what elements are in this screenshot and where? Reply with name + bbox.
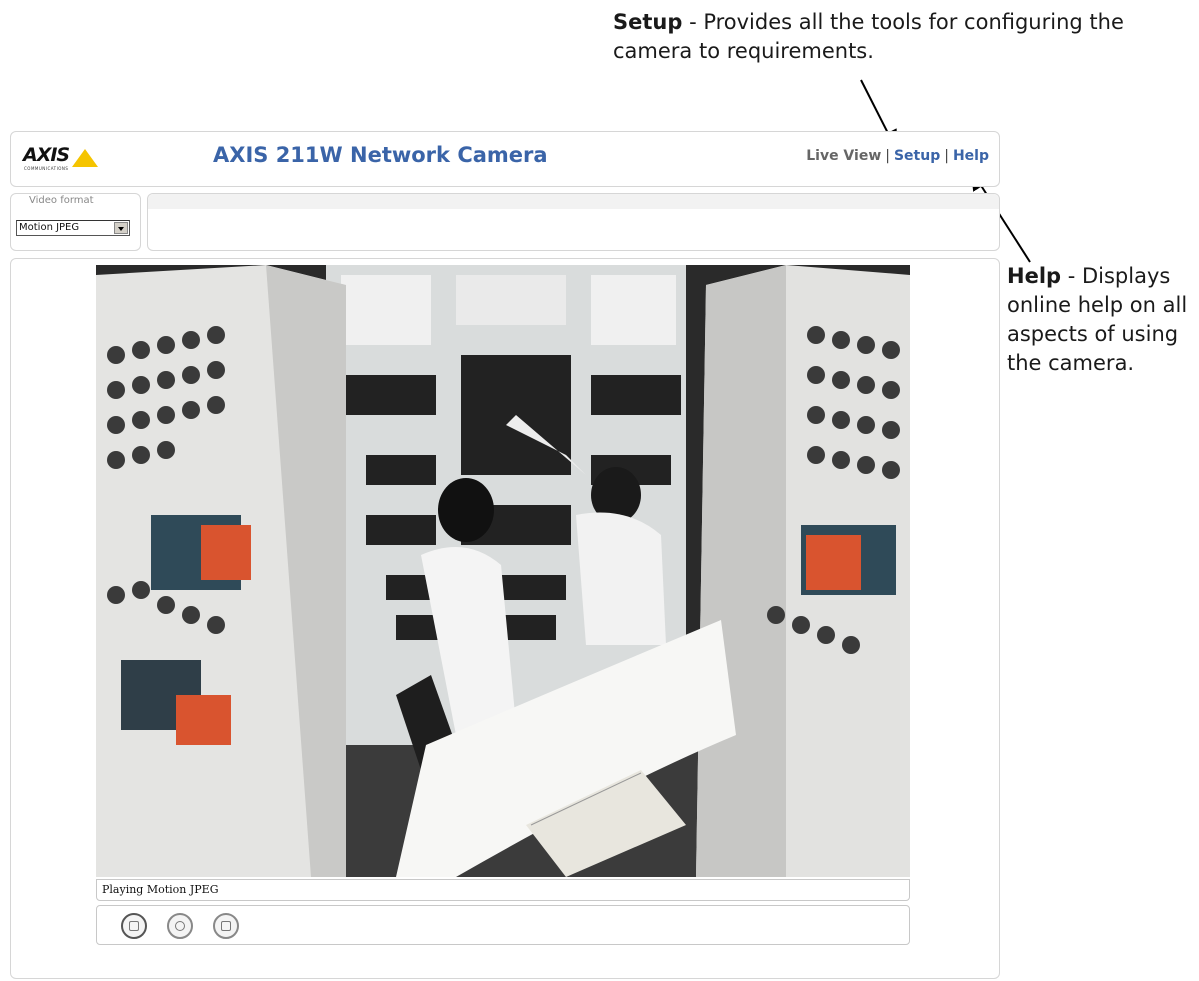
status-text: Playing Motion JPEG [102,883,219,896]
logo-text: AXIS [23,144,70,166]
axis-logo[interactable]: AXIS COMMUNICATIONS [23,144,103,174]
nav-setup[interactable]: Setup [894,148,940,164]
nav-live-view[interactable]: Live View [806,148,881,164]
video-format-select[interactable]: Motion JPEG [16,220,130,236]
status-bar: Playing Motion JPEG [96,879,910,901]
help-callout-term: Help [1007,264,1062,288]
stop-button[interactable] [121,913,147,939]
page-title: AXIS 211W Network Camera [213,143,548,167]
video-format-value: Motion JPEG [19,222,80,233]
fullscreen-button[interactable] [213,913,239,939]
help-callout: Help - Displays online help on all aspec… [1007,262,1197,378]
logo-subtext: COMMUNICATIONS [24,166,69,171]
top-nav: Live View | Setup | Help [806,148,989,164]
setup-callout: Setup - Provides all the tools for confi… [613,8,1173,66]
header-bar: AXIS COMMUNICATIONS AXIS 211W Network Ca… [10,131,1000,187]
video-controls [96,905,910,945]
nav-help[interactable]: Help [953,148,989,164]
video-frame-image [96,265,910,877]
nav-separator: | [885,148,890,164]
snapshot-button[interactable] [167,913,193,939]
video-format-group: Video format Motion JPEG [10,193,141,251]
nav-separator: | [944,148,949,164]
logo-triangle-icon [72,149,98,167]
video-stream [96,265,910,877]
video-format-label: Video format [29,195,94,206]
toolbar-area [147,193,1000,251]
setup-callout-term: Setup [613,10,683,34]
chevron-down-icon[interactable] [114,222,128,234]
setup-callout-text: - Provides all the tools for configuring… [613,10,1124,63]
